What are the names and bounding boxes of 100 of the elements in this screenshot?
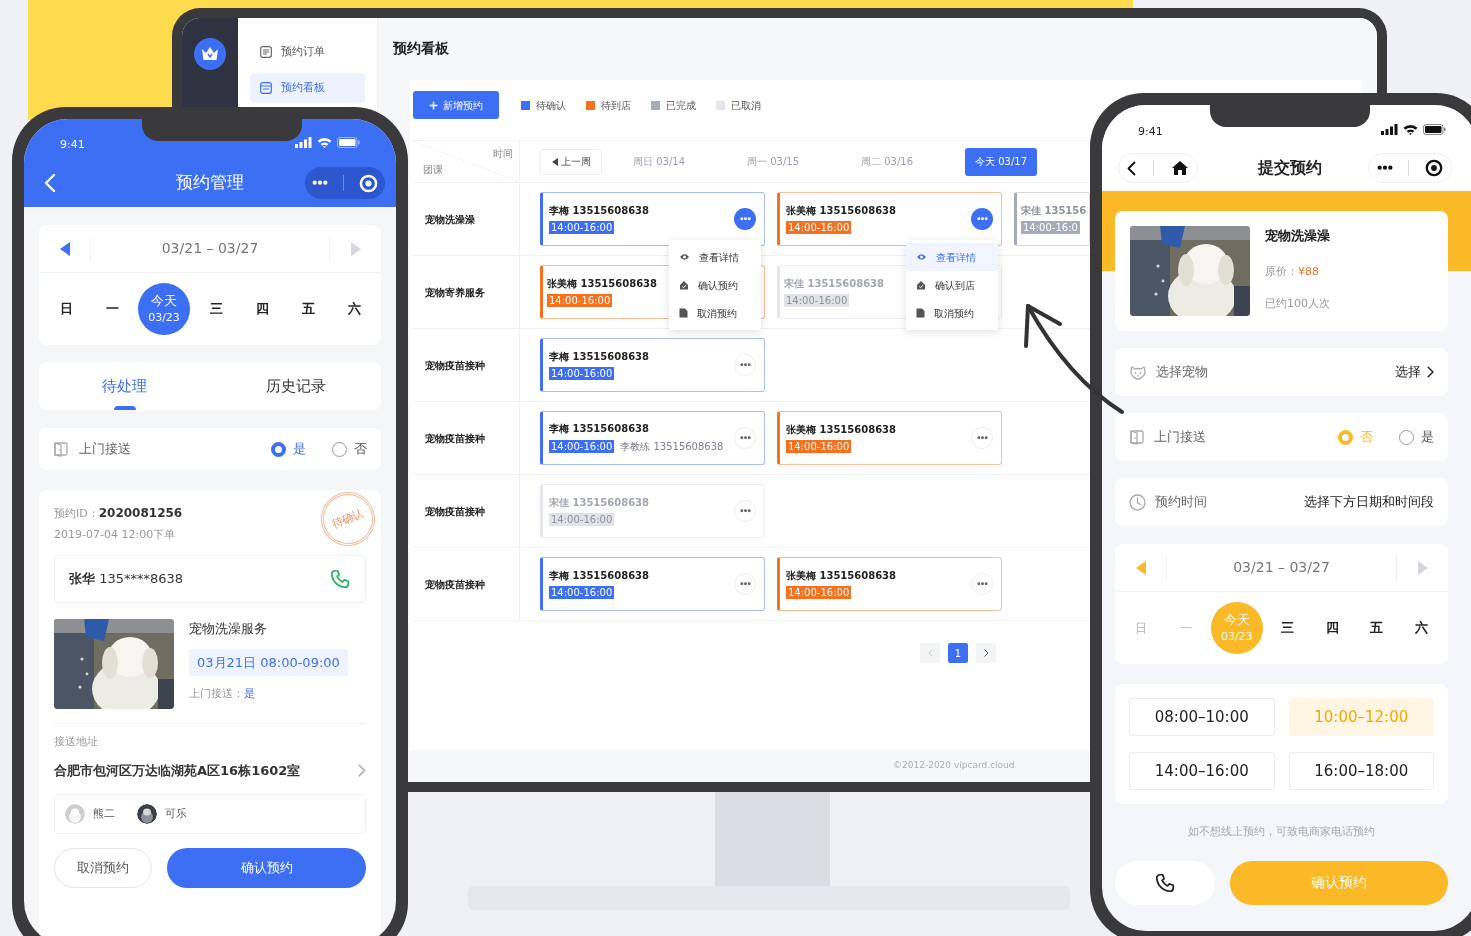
weekday-label[interactable]: 四	[242, 299, 282, 319]
more-button[interactable]	[734, 427, 756, 449]
field-label: 上门接送	[79, 440, 131, 459]
field-label: 预约ID：	[54, 506, 99, 522]
time-tag: 14:00-16:00	[549, 221, 615, 234]
nav-item[interactable]: 预约订单	[250, 37, 365, 67]
form-row[interactable]: 选择宠物 选择	[1115, 348, 1448, 396]
radio-option[interactable]: 否	[332, 439, 367, 459]
previous-week-button[interactable]: 上一周	[540, 148, 602, 175]
weekday-label[interactable]: 三	[196, 299, 236, 319]
time-tag: 14:00-16:00	[786, 440, 852, 453]
product-name: 宠物洗澡澡	[1265, 227, 1330, 245]
page-button[interactable]: 1	[948, 643, 968, 663]
clock-icon	[1129, 493, 1146, 511]
more-icon	[976, 582, 988, 586]
weekday-label[interactable]: 日	[46, 299, 86, 319]
day-tab[interactable]: 今天 03/17	[965, 147, 1037, 176]
eye-icon	[679, 253, 690, 261]
field-value: 选择	[1394, 363, 1421, 382]
wifi-icon	[1403, 124, 1418, 135]
menu-item[interactable]: 确认到店	[906, 271, 998, 299]
corner-label: 团课	[423, 163, 443, 177]
booking-card[interactable]: 张美梅 13515608638 14:00-16:00	[777, 192, 1002, 246]
form-row[interactable]: 预约时间 选择下方日期和时间段	[1115, 478, 1448, 526]
menu-item[interactable]: 查看详情	[906, 243, 998, 271]
coach-name: 李教练 13515608638	[620, 440, 724, 454]
customer-name: 张美梅 13515608638	[786, 569, 897, 582]
service-name: 宠物洗澡澡	[425, 212, 475, 227]
time-slot[interactable]: 14:00–16:00	[1129, 752, 1275, 790]
booking-card[interactable]: 李梅 13515608638 14:00-16:00	[540, 557, 765, 611]
today-button[interactable]: 今天 03/23	[138, 283, 190, 335]
add-booking-button[interactable]: 新增预约	[413, 91, 499, 119]
chevron-right-icon[interactable]	[1426, 366, 1434, 378]
time-slot[interactable]: 08:00–10:00	[1129, 698, 1275, 736]
weekday-label[interactable]: 五	[288, 299, 328, 319]
weekday-label[interactable]: 五	[1356, 618, 1397, 638]
more-icon	[739, 582, 751, 586]
back-icon[interactable]	[1127, 160, 1137, 176]
previous-week-icon[interactable]	[58, 240, 71, 257]
legend-label: 已完成	[666, 98, 696, 113]
field-value: 选择下方日期和时间段	[1304, 493, 1434, 512]
home-icon[interactable]	[1170, 160, 1189, 176]
customer-contact: 张华 135****8638	[69, 570, 184, 589]
logo-icon[interactable]	[194, 38, 226, 70]
pet-name: 可乐	[165, 805, 187, 822]
customer-name: 宋佳 13515608638	[784, 277, 885, 290]
cancel-button[interactable]: 取消预约	[54, 848, 152, 888]
signal-icon	[1381, 124, 1398, 135]
booking-card[interactable]: 张美梅 13515608638 14:00-16:00	[777, 557, 1002, 611]
time-tag: 14:00-16:00	[549, 513, 615, 526]
radio-option[interactable]: 是	[1399, 427, 1434, 447]
more-icon	[976, 217, 988, 221]
more-icon	[1376, 165, 1393, 171]
more-icon	[739, 509, 751, 513]
field-label: 上门接送：	[189, 686, 244, 702]
booking-card[interactable]: 李梅 13515608638 14:00-16:00	[540, 338, 765, 392]
footer-copyright: ©2012-2020 vipcard.cloud	[893, 759, 1015, 773]
time-tag: 14:00-16:00	[786, 221, 852, 234]
time-slot[interactable]: 16:00–18:00	[1288, 752, 1434, 790]
more-button[interactable]	[734, 573, 756, 595]
tab[interactable]: 历史记录	[210, 362, 381, 410]
week-range: 03/21 – 03/27	[1232, 558, 1331, 577]
target-icon[interactable]	[1425, 159, 1444, 177]
house-icon	[679, 280, 689, 290]
battery-icon	[1423, 124, 1446, 135]
customer-name: 张美梅 13515608638	[786, 423, 897, 436]
more-button[interactable]	[971, 573, 993, 595]
customer-name: 李梅 13515608638	[549, 204, 650, 217]
more-icon	[739, 363, 751, 367]
legend-label: 待确认	[536, 98, 566, 113]
booking-card[interactable]: 李梅 13515608638 14:00-16:00	[540, 192, 765, 246]
service-name: 宠物疫苗接种	[425, 358, 485, 373]
corner-label: 时间	[493, 147, 513, 161]
house-icon	[916, 280, 926, 290]
weekday-label[interactable]: 六	[334, 299, 374, 319]
confirm-button[interactable]: 确认预约	[167, 848, 366, 888]
pickup-address[interactable]: 合肥市包河区万达临湖苑A区16栋1602室	[54, 760, 301, 780]
booking-card[interactable]: 李梅 13515608638 14:00-16:00 李教练 13515608638	[540, 411, 765, 465]
weekday-label[interactable]: 一	[92, 299, 132, 319]
field-label: 接送地址	[54, 734, 99, 750]
tab[interactable]: 待处理	[39, 362, 210, 410]
customer-name: 宋佳 13515608638	[549, 496, 650, 509]
more-button[interactable]	[734, 354, 756, 376]
service-name: 宠物疫苗接种	[425, 577, 485, 592]
status-time: 9:41	[1138, 124, 1163, 140]
call-button[interactable]	[1115, 860, 1215, 905]
menu-item[interactable]: 确认预约	[669, 271, 761, 299]
more-button[interactable]	[971, 427, 993, 449]
phone-icon[interactable]	[1154, 871, 1176, 894]
radio-option[interactable]: 是	[271, 439, 306, 459]
more-button[interactable]	[734, 208, 756, 230]
booking-card[interactable]: 张美梅 13515608638 14:00-16:00	[777, 411, 1002, 465]
weekday-label[interactable]: 六	[1401, 618, 1442, 638]
time-tag: 14:00-16:00	[549, 367, 615, 380]
weekday-label[interactable]: 四	[1312, 618, 1353, 638]
signal-icon	[295, 137, 312, 148]
weekday-label[interactable]: 三	[1267, 618, 1308, 638]
more-button[interactable]	[734, 500, 756, 522]
more-button[interactable]	[971, 208, 993, 230]
nav-item[interactable]: 预约看板	[250, 73, 365, 103]
